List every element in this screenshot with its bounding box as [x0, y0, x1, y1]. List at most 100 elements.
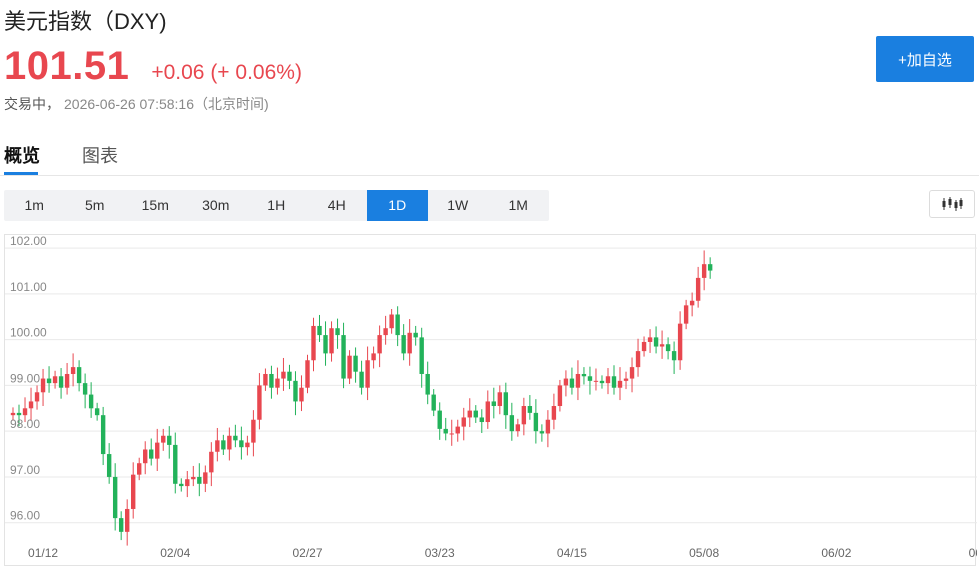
- candle-body: [221, 440, 226, 450]
- interval-1m[interactable]: 1m: [4, 190, 65, 221]
- candle-body: [461, 417, 466, 427]
- candle-body: [203, 472, 208, 484]
- candle-body: [407, 332, 412, 354]
- candle-body: [551, 406, 557, 420]
- candle-body: [155, 442, 160, 459]
- x-tick-label: 06/2: [969, 546, 977, 560]
- interval-1w[interactable]: 1W: [428, 190, 489, 221]
- candle-body: [503, 392, 509, 416]
- candle-body: [299, 387, 304, 402]
- candle-body: [545, 419, 551, 434]
- candle-body: [275, 378, 280, 388]
- candle-body: [263, 373, 268, 386]
- candle-body: [143, 449, 148, 464]
- instrument-title: 美元指数（DXY): [4, 9, 167, 34]
- candle-body: [88, 394, 94, 409]
- candle-body: [707, 264, 713, 271]
- candle-body: [118, 518, 124, 532]
- candle-body: [653, 337, 659, 347]
- trading-status: 交易中， 2026-06-26 07:58:16（北京时间): [4, 94, 269, 114]
- x-tick-label: 06/02: [821, 546, 851, 560]
- chart-type-toggle-button[interactable]: [929, 190, 975, 218]
- candle-body: [371, 353, 376, 361]
- candle-body: [437, 410, 442, 429]
- candle-body: [10, 412, 16, 416]
- x-tick-label: 05/08: [689, 546, 719, 560]
- status-text: 交易中，: [4, 96, 60, 112]
- candle-body: [149, 449, 154, 459]
- candle-body: [227, 435, 232, 450]
- candle-body: [173, 444, 178, 484]
- candle-body: [647, 337, 653, 342]
- candle-body: [317, 325, 322, 336]
- x-tick-label: 03/23: [425, 546, 455, 560]
- candle-body: [569, 378, 575, 388]
- candle-body: [46, 378, 52, 384]
- candle-body: [419, 337, 424, 374]
- candle-body: [347, 355, 352, 379]
- candle-body: [365, 360, 370, 388]
- candle-body: [689, 300, 695, 306]
- candle-body: [209, 451, 214, 473]
- interval-5m[interactable]: 5m: [65, 190, 126, 221]
- y-tick-label: 102.00: [10, 235, 47, 248]
- x-tick-label: 04/15: [557, 546, 587, 560]
- candle-body: [215, 440, 220, 452]
- interval-1h[interactable]: 1H: [246, 190, 307, 221]
- candle-body: [605, 376, 611, 384]
- candle-body: [491, 401, 496, 407]
- candle-body: [389, 314, 394, 329]
- candle-body: [617, 380, 623, 388]
- price-row: 101.51 +0.06 (+ 0.06%): [4, 44, 302, 89]
- candle-body: [401, 335, 406, 354]
- candle-body: [575, 373, 581, 388]
- candle-body: [377, 335, 382, 354]
- candle-body: [40, 378, 46, 393]
- candle-body: [443, 428, 448, 434]
- candle-body: [197, 476, 202, 484]
- candle-body: [323, 335, 328, 354]
- candle-body: [695, 277, 701, 301]
- candle-body: [629, 367, 635, 379]
- candle-body: [16, 412, 22, 416]
- candle-body: [34, 392, 40, 402]
- interval-4h[interactable]: 4H: [307, 190, 368, 221]
- candle-body: [22, 408, 28, 416]
- y-tick-label: 100.00: [10, 326, 47, 340]
- y-tick-label: 96.00: [10, 509, 40, 523]
- candle-body: [82, 383, 88, 395]
- interval-30m[interactable]: 30m: [186, 190, 247, 221]
- interval-15m[interactable]: 15m: [125, 190, 186, 221]
- candle-body: [179, 483, 184, 487]
- candle-body: [413, 332, 418, 338]
- candle-body: [161, 435, 166, 443]
- candle-body: [64, 373, 70, 388]
- candle-body: [557, 385, 563, 407]
- candle-body: [611, 376, 617, 388]
- candle-body: [269, 373, 274, 388]
- candle-body: [131, 474, 136, 509]
- candle-body: [431, 394, 436, 411]
- candle-body: [76, 367, 82, 384]
- candle-body: [473, 410, 478, 418]
- tab-chart[interactable]: 图表: [82, 142, 118, 168]
- interval-1d[interactable]: 1D: [367, 190, 428, 221]
- candle-body: [233, 435, 238, 441]
- candle-body: [52, 376, 58, 384]
- candle-body: [281, 371, 286, 379]
- candle-body: [137, 463, 142, 475]
- candle-body: [581, 373, 587, 377]
- candle-body: [239, 440, 244, 448]
- candle-body: [515, 424, 521, 432]
- y-tick-label: 101.00: [10, 280, 47, 294]
- tab-overview[interactable]: 概览: [4, 142, 40, 168]
- candle-body: [593, 380, 599, 382]
- interval-1mo[interactable]: 1M: [488, 190, 549, 221]
- candle-body: [665, 344, 671, 352]
- candle-body: [383, 328, 388, 336]
- add-watchlist-button[interactable]: +加自选: [876, 36, 974, 82]
- candle-body: [641, 341, 647, 352]
- candle-body: [28, 401, 34, 409]
- candle-body: [167, 435, 172, 445]
- candle-body: [335, 328, 340, 336]
